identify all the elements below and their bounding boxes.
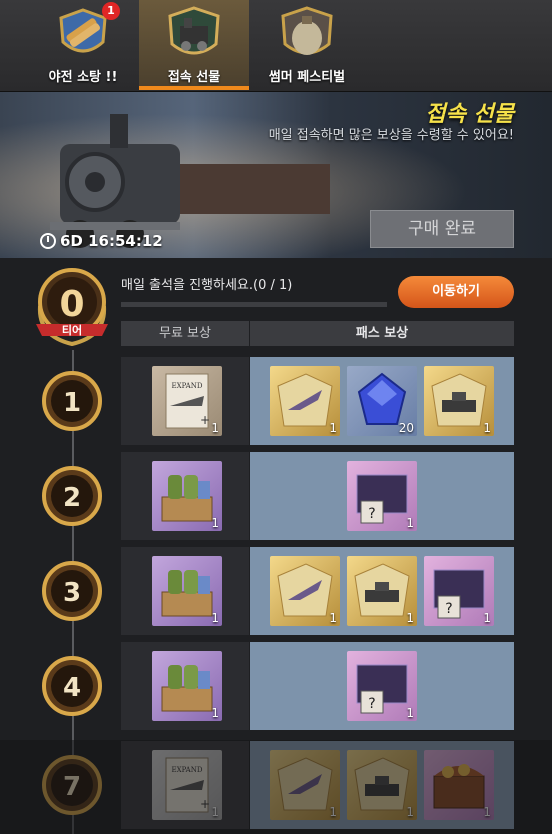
reward-count: 1	[406, 706, 414, 720]
tier-level-medal: 1	[42, 371, 102, 431]
tab-bar: 1 야전 소탕 !! 접속 선물 썸머 페스티벌	[0, 0, 552, 92]
canteen-icon	[281, 6, 333, 55]
reward-item[interactable]: 20	[347, 366, 417, 436]
reward-item[interactable]: 1	[270, 556, 340, 626]
tier-level-medal: 2	[42, 466, 102, 526]
reward-item[interactable]: ? 1	[347, 651, 417, 721]
reward-item[interactable]: 1	[270, 366, 340, 436]
bottom-overlay	[0, 740, 552, 834]
reward-item[interactable]: 1	[347, 556, 417, 626]
reward-count: 1	[211, 516, 219, 530]
reward-count: 20	[398, 421, 414, 435]
tier-level-number: 2	[63, 483, 81, 513]
tier-level-medal: 4	[42, 656, 102, 716]
reward-count: 1	[211, 611, 219, 625]
train-emblem-icon	[168, 6, 220, 55]
banner-subtitle: 매일 접속하면 많은 보상을 수령할 수 있어요!	[268, 128, 514, 143]
reward-count: 1	[483, 611, 491, 625]
free-reward-cell: 1	[121, 547, 249, 635]
reward-count: 1	[406, 516, 414, 530]
reward-item[interactable]: EXPAND +1	[152, 366, 222, 436]
purchase-complete-button[interactable]: 구매 완료	[370, 210, 514, 248]
event-banner: 접속 선물 매일 접속하면 많은 보상을 수령할 수 있어요! 6D 16:54…	[0, 92, 552, 258]
reward-item[interactable]: 1	[424, 366, 494, 436]
tab-label: 야전 소탕 !!	[48, 70, 118, 85]
attendance-progress-bar	[121, 302, 387, 307]
svg-text:?: ?	[445, 601, 452, 617]
free-reward-cell: 1	[121, 452, 249, 540]
pass-reward-cell: ? 1	[250, 452, 514, 540]
reward-item[interactable]: ? 1	[347, 461, 417, 531]
svg-text:+: +	[200, 413, 210, 427]
pass-reward-cell: 1 20 1	[250, 357, 514, 445]
timer-text: 6D 16:54:12	[60, 232, 163, 250]
reward-count: 1	[211, 421, 219, 435]
reward-item[interactable]: 1	[152, 461, 222, 531]
free-reward-cell: EXPAND +1	[121, 357, 249, 445]
reward-count: 1	[483, 421, 491, 435]
tab-field-sweep[interactable]: 1 야전 소탕 !!	[28, 0, 138, 90]
tier-label: 티어	[62, 323, 82, 337]
reward-count: 1	[406, 611, 414, 625]
tier-level-medal: 3	[42, 561, 102, 621]
tab-login-gift[interactable]: 접속 선물	[139, 0, 249, 90]
tab-summer-festival[interactable]: 썸머 페스티벌	[252, 0, 362, 90]
svg-text:?: ?	[368, 506, 375, 522]
reward-item[interactable]: 1	[152, 651, 222, 721]
tier-level-number: 3	[63, 578, 81, 608]
clock-icon	[40, 233, 56, 249]
free-reward-cell: 1	[121, 642, 249, 730]
tab-label: 썸머 페스티벌	[268, 70, 346, 85]
svg-text:EXPAND: EXPAND	[172, 382, 203, 390]
reward-item[interactable]: ? 1	[424, 556, 494, 626]
daily-attendance-text: 매일 출석을 진행하세요.(0 / 1)	[121, 278, 293, 293]
reward-count: 1	[211, 706, 219, 720]
pass-reward-header: 패스 보상	[250, 321, 514, 346]
reward-count: 1	[329, 421, 337, 435]
reward-count: 1	[329, 611, 337, 625]
tier-level-number: 1	[63, 388, 81, 418]
pass-reward-cell: ? 1	[250, 642, 514, 730]
tab-label: 접속 선물	[167, 70, 221, 85]
svg-text:?: ?	[368, 696, 375, 712]
reward-item[interactable]: 1	[152, 556, 222, 626]
free-reward-header: 무료 보상	[121, 321, 249, 346]
go-button[interactable]: 이동하기	[398, 276, 514, 308]
active-tab-indicator	[139, 86, 249, 90]
event-timer: 6D 16:54:12	[40, 232, 163, 250]
tier-level-number: 4	[63, 673, 81, 703]
notification-badge: 1	[102, 2, 120, 20]
pass-reward-cell: 1 1? 1	[250, 547, 514, 635]
pass-reward-screen: 1 야전 소탕 !! 접속 선물 썸머 페스티벌 접속 선물 매일 접속하면 많…	[0, 0, 552, 834]
tier-badge: 0 티어	[36, 268, 108, 347]
tier-value: 0	[59, 284, 84, 325]
